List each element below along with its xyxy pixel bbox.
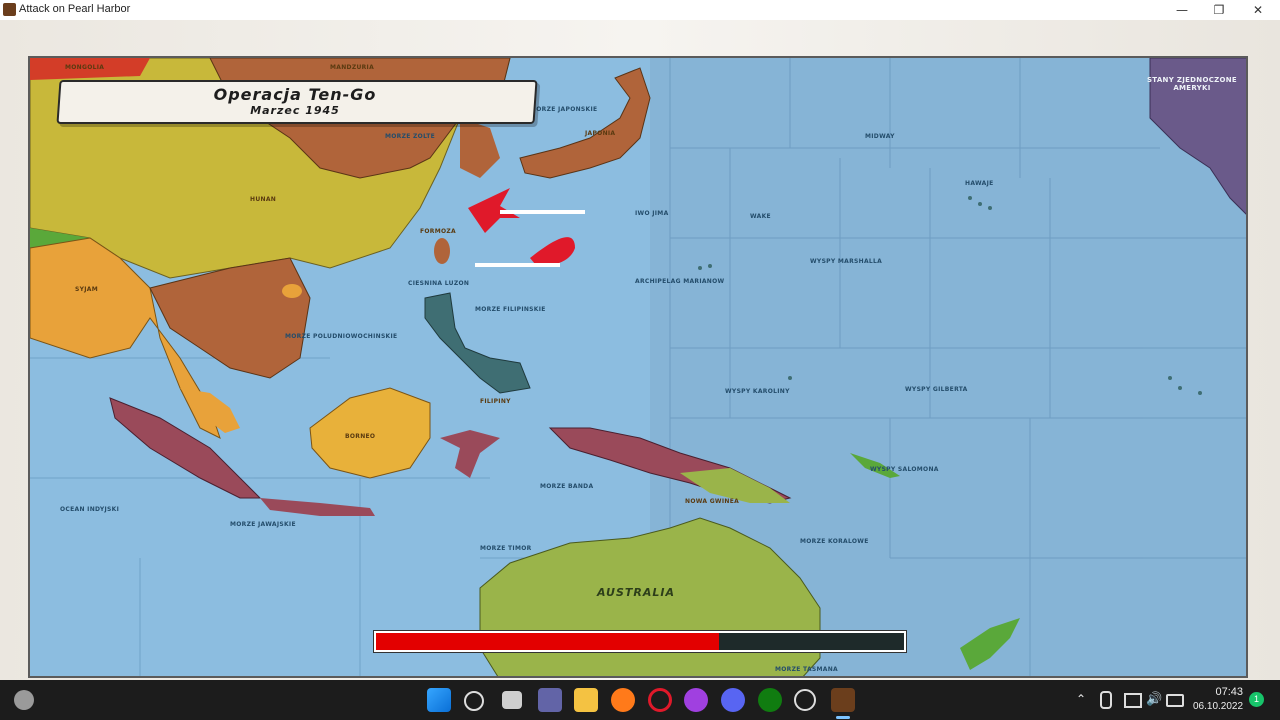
map-label-formoza: FORMOZA [420,228,456,235]
battery-icon[interactable] [1166,694,1184,707]
clock-date[interactable]: 06.10.2022 [1193,701,1243,712]
map-label-morze-timor: MORZE TIMOR [480,545,532,552]
map-label-mandzuria: MANDZURIA [330,64,375,71]
map-label-mongolia: MONGOLIA [65,64,105,71]
discord-icon[interactable] [721,688,745,712]
map-label-australia: AUSTRALIA [597,586,675,599]
windows-taskbar: ⌃ 🔊 1 [0,680,1280,720]
chevron-up-icon[interactable]: ⌃ [1076,692,1086,706]
game-taskbar-icon[interactable] [831,688,855,712]
microphone-icon[interactable] [1100,691,1112,709]
map-label-morze-banda: MORZE BANDA [540,483,594,490]
map-label-syjam: SYJAM [75,286,99,293]
map-label-hunan: HUNAN [250,196,277,203]
map-label-marshall: WYSPY MARSHALLA [810,258,883,265]
map-label-morze-filipinskie: MORZE FILIPINSKIE [475,306,546,313]
map-label-filipiny: FILIPINY [480,398,511,405]
windows-start-icon[interactable] [427,688,451,712]
operation-title: Operacja Ten-Go [213,85,377,104]
map-label-morze-poludniowochinskie: MORZE POLUDNIOWOCHINSKIE [285,333,398,340]
map-label-nowa-gwinea: NOWA GWINEA [685,498,740,505]
task-view-icon[interactable] [502,691,522,709]
chrome-icon[interactable] [794,689,816,711]
map-label-iwo-jima: IWO JIMA [635,210,669,217]
game-icon [3,3,16,16]
volume-icon[interactable]: 🔊 [1146,691,1162,707]
weather-icon[interactable] [14,690,34,710]
map-label-gilbert: WYSPY GILBERTA [905,386,968,393]
messenger-icon[interactable] [684,688,708,712]
map-label-morze-japonskie: MORZE JAPONSKIE [530,106,598,113]
map-label-morze-jawajskie: MORZE JAWAJSKIE [230,521,296,528]
notification-badge[interactable]: 1 [1249,692,1264,707]
file-explorer-icon[interactable] [574,688,598,712]
loading-progress-fill [376,633,720,650]
map-label-morze-tasmana: MORZE TASMANA [775,666,839,673]
map-label-wyspy-karoliny: WYSPY KAROLINY [725,388,790,395]
minimize-icon[interactable]: — [1162,0,1202,20]
map-label-ocean-indyjski: OCEAN INDYJSKI [60,506,120,513]
xbox-icon[interactable] [758,688,782,712]
operation-subtitle: Marzec 1945 [250,104,340,117]
close-icon[interactable]: ✕ [1238,0,1278,20]
map-label-hawaje: HAWAJE [965,180,994,187]
restore-icon[interactable]: ❐ [1199,0,1239,20]
window-title: Attack on Pearl Harbor [19,3,131,15]
network-icon[interactable] [1124,693,1142,708]
map-label-wake: WAKE [750,213,771,220]
firefox-icon[interactable] [611,688,635,712]
opera-icon[interactable] [648,688,672,712]
map-label-japonia: JAPONIA [585,130,616,137]
map-label-midway: MIDWAY [865,133,895,140]
window-titlebar: Attack on Pearl Harbor — ❐ ✕ [0,0,1280,21]
map-label-usa: STANY ZJEDNOCZONE AMERYKI [1146,76,1238,92]
teams-icon[interactable] [538,688,562,712]
map-label-archipelag-marianow: ARCHIPELAG MARIANOW [635,278,725,285]
map-label-salomona: WYSPY SALOMONA [870,466,939,473]
game-stage: MONGOLIA MANDZURIA MORZE JAPONSKIE JAPON… [0,20,1280,680]
active-app-indicator [836,716,850,719]
clock-time[interactable]: 07:43 [1203,686,1243,698]
pacific-map[interactable]: MONGOLIA MANDZURIA MORZE JAPONSKIE JAPON… [28,56,1248,678]
map-label-borneo: BORNEO [345,433,376,440]
search-icon[interactable] [464,691,484,711]
map-label-morze-koralowe: MORZE KORALOWE [800,538,869,545]
map-label-ciesnina-luzon: CIESNINA LUZON [408,280,470,287]
map-label-morze-zolte: MORZE ZOLTE [385,133,436,140]
map-svg [30,58,1246,676]
loading-progress-bar [374,631,906,652]
